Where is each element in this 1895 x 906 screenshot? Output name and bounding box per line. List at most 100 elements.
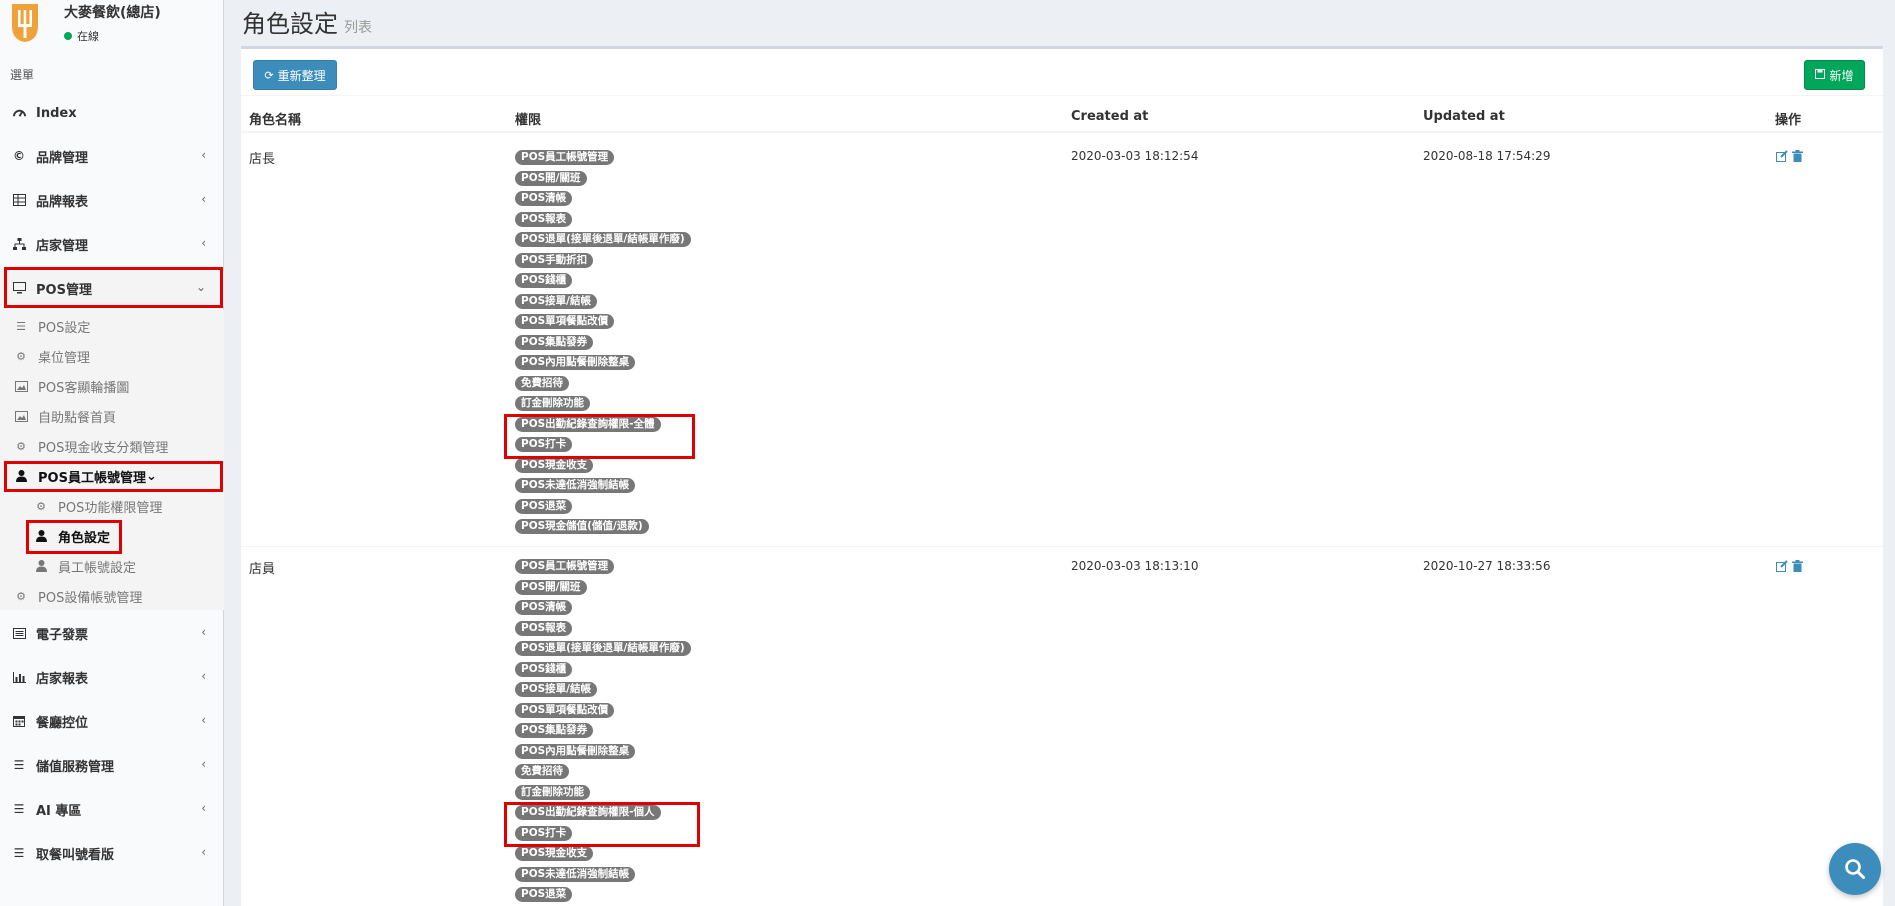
updated-at-cell: 2020-10-27 18:33:56	[1423, 559, 1551, 573]
row-actions	[1775, 559, 1804, 572]
permission-badge: 訂金刪除功能	[515, 784, 590, 800]
brand-panel: 大麥餐飲(總店) 在線	[0, 0, 224, 52]
refresh-button[interactable]: ⟳ 重新整理	[253, 60, 337, 90]
sidebar-item-stored-value[interactable]: ☰ 儲值服務管理 ‹	[0, 748, 224, 782]
sidebar-item-label: 員工帳號設定	[58, 560, 137, 576]
sidebar-item-self-order-home[interactable]: 自助點餐首頁	[0, 402, 224, 430]
sidebar-item-brand-report[interactable]: 品牌報表 ‹	[0, 183, 224, 217]
sidebar-item-label: POS員工帳號管理	[38, 470, 146, 486]
permission-badge: POS報表	[515, 211, 573, 227]
chevron-left-icon: ‹	[201, 625, 206, 639]
copyright-icon: ©	[13, 149, 25, 163]
sidebar-item-label: POS設定	[38, 320, 91, 336]
sidebar-item-label: 品牌報表	[36, 194, 89, 210]
permission-badge: POS未達低消強制結帳	[515, 478, 636, 493]
sidebar-item-label: POS管理	[36, 282, 92, 298]
column-header-actions: 操作	[1775, 113, 1802, 128]
bars-icon: ☰	[16, 319, 26, 333]
add-button-label: 新增	[1829, 68, 1854, 83]
chevron-left-icon: ‹	[201, 713, 206, 727]
sidebar-item-table-manage[interactable]: ⚙ 桌位管理	[0, 342, 224, 370]
permission-badge: POS報表	[515, 620, 573, 636]
permission-badge: 訂金刪除功能	[515, 396, 590, 411]
sidebar-item-ai-zone[interactable]: ☰ AI 專區 ‹	[0, 792, 224, 826]
permission-badge: POS員工帳號管理	[515, 559, 615, 574]
sidebar-item-device-account[interactable]: ⚙ POS設備帳號管理	[0, 582, 224, 610]
sidebar-item-pos-manage[interactable]: POS管理 ⌄	[0, 271, 224, 305]
sidebar-item-pickup-board[interactable]: ☰ 取餐叫號看版 ‹	[0, 836, 224, 870]
permission-badge: POS清帳	[515, 191, 573, 206]
permission-badge: POS清帳	[515, 600, 573, 615]
column-header-updated-at: Updated at	[1423, 109, 1505, 124]
online-dot-icon	[64, 32, 72, 40]
sidebar-item-brand-manage[interactable]: © 品牌管理 ‹	[0, 139, 224, 173]
bar-chart-icon	[12, 670, 26, 684]
permission-badge: POS集點發券	[515, 334, 594, 350]
sidebar-item-label: 自助點餐首頁	[38, 410, 117, 426]
updated-at-cell: 2020-08-18 17:54:29	[1423, 149, 1551, 163]
sidebar-item-label: 品牌管理	[36, 150, 89, 166]
table-header	[241, 95, 1883, 133]
sidebar-item-store-report[interactable]: 店家報表 ‹	[0, 660, 224, 694]
sidebar-item-index[interactable]: Index	[0, 96, 224, 130]
permission-badge: POS錢櫃	[515, 661, 573, 677]
sidebar-item-customer-display-carousel[interactable]: POS客顯輪播圖	[0, 372, 224, 400]
permission-badge: POS內用點餐刪除整桌	[515, 355, 636, 370]
permission-badge: POS退單(接單後退單/結帳單作廢)	[515, 232, 691, 247]
sidebar-item-pos-settings[interactable]: ☰ POS設定	[0, 312, 224, 340]
chevron-left-icon: ‹	[201, 192, 206, 206]
edit-icon[interactable]	[1775, 559, 1788, 572]
column-header-created-at: Created at	[1071, 109, 1149, 124]
permission-badge: POS集點發券	[515, 723, 594, 738]
permission-list: POS員工帳號管理 POS開/關班 POS清帳 POS報表 POS退單(接單後退單/結帳…	[515, 150, 691, 540]
sidebar-item-label: POS設備帳號管理	[38, 590, 143, 606]
desktop-icon	[12, 281, 26, 295]
column-header-role-name: 角色名稱	[249, 113, 302, 128]
sidebar-item-staff-account-manage[interactable]: POS員工帳號管理 ⌄	[0, 462, 224, 490]
sidebar-item-label: POS客顯輪播圖	[38, 380, 130, 396]
column-header-permissions: 權限	[515, 113, 542, 128]
chevron-left-icon: ‹	[201, 148, 206, 162]
role-name-cell: 店員	[249, 562, 276, 577]
floating-search-button[interactable]	[1829, 843, 1881, 895]
sidebar-item-label: 店家管理	[36, 238, 89, 254]
permission-badge: POS現金收支	[515, 846, 594, 861]
user-icon	[14, 469, 28, 483]
sidebar-item-e-invoice[interactable]: 電子發票 ‹	[0, 616, 224, 650]
sidebar-item-role-settings[interactable]: 角色設定	[0, 522, 224, 550]
permission-badge: 免費招待	[515, 764, 569, 779]
sidebar-item-label: 桌位管理	[38, 350, 91, 366]
sidebar-item-label: POS現金收支分類管理	[38, 440, 169, 456]
permission-badge: POS退菜	[515, 887, 573, 902]
invoice-icon	[12, 626, 26, 640]
permission-badge: POS出勤紀錄查詢權限-全體	[515, 416, 661, 432]
chevron-down-icon: ⌄	[145, 468, 157, 484]
sidebar-item-label: 角色設定	[58, 530, 111, 546]
edit-icon[interactable]	[1775, 149, 1788, 162]
bars-icon: ☰	[13, 846, 25, 860]
gear-icon: ⚙	[36, 499, 46, 513]
sidebar-item-cash-category[interactable]: ⚙ POS現金收支分類管理	[0, 432, 224, 460]
delete-icon[interactable]	[1791, 149, 1804, 162]
sidebar-item-label: POS功能權限管理	[58, 500, 163, 516]
delete-icon[interactable]	[1791, 559, 1804, 572]
chevron-left-icon: ‹	[201, 236, 206, 250]
sidebar-item-reservation[interactable]: 餐廳控位 ‹	[0, 704, 224, 738]
created-at-cell: 2020-03-03 18:13:10	[1071, 559, 1199, 573]
sidebar-item-employee-account[interactable]: 員工帳號設定	[0, 552, 224, 580]
sidebar-item-function-permission[interactable]: ⚙ POS功能權限管理	[0, 492, 224, 520]
chevron-left-icon: ‹	[201, 669, 206, 683]
sidebar-item-store-manage[interactable]: 店家管理 ‹	[0, 227, 224, 261]
content-box: ⟳ 重新整理 新增 角色名稱 權限 Created at Updated at 操…	[241, 46, 1883, 906]
gear-icon: ⚙	[16, 439, 26, 453]
bars-icon: ☰	[13, 758, 25, 772]
save-icon	[1815, 68, 1826, 82]
permission-badge: POS打卡	[515, 825, 573, 841]
dashboard-icon	[12, 106, 26, 120]
add-button[interactable]: 新增	[1804, 60, 1865, 90]
sitemap-icon	[12, 237, 26, 251]
permission-badge: POS出勤紀錄查詢權限-個人	[515, 805, 661, 820]
page-title: 角色設定 列表	[242, 4, 372, 39]
created-at-cell: 2020-03-03 18:12:54	[1071, 149, 1199, 163]
search-icon	[1845, 859, 1865, 879]
